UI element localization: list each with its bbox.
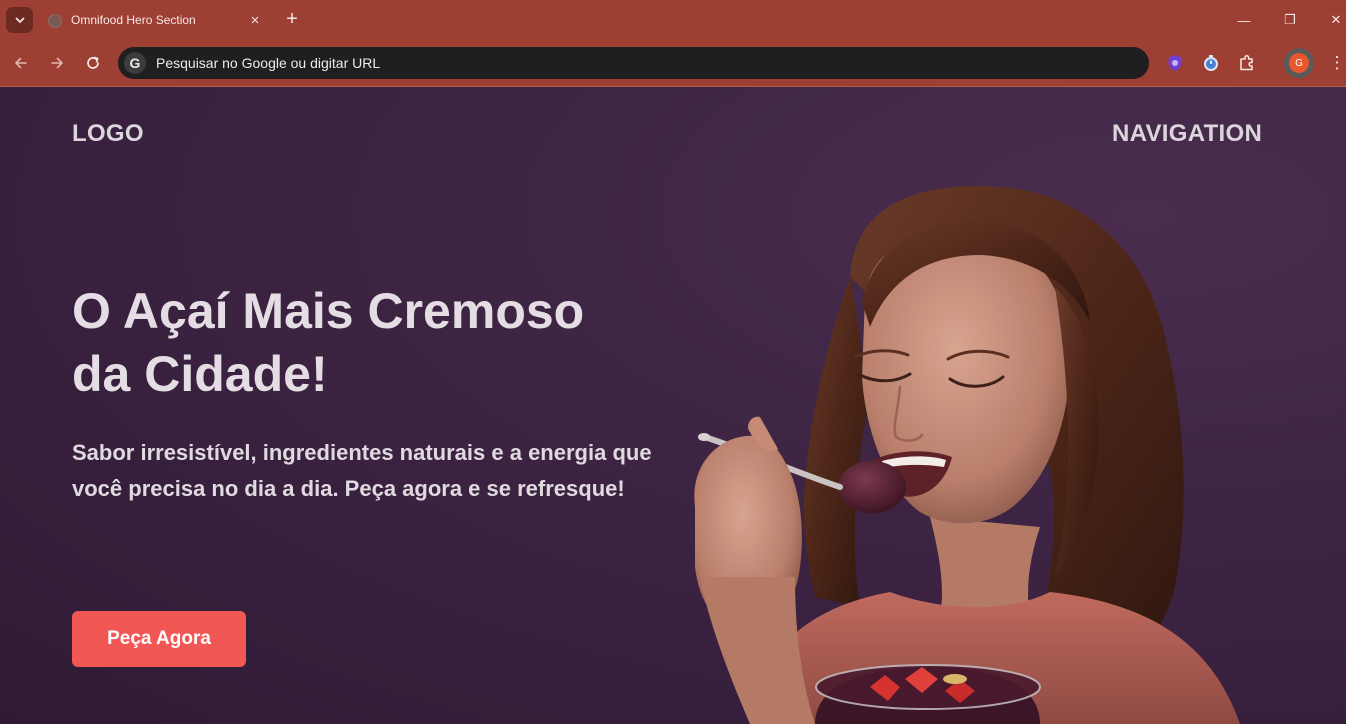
arrow-right-icon xyxy=(51,57,63,69)
browser-toolbar: G Pesquisar no Google ou digitar URL G ⋮ xyxy=(0,40,1346,86)
browser-tab-strip: Omnifood Hero Section × + — ❐ ✕ xyxy=(0,0,1346,40)
tab-close-icon[interactable]: × xyxy=(246,11,264,29)
profile-avatar[interactable]: G xyxy=(1284,48,1314,78)
logo[interactable]: LOGO xyxy=(72,120,144,148)
profile-initial: G xyxy=(1289,53,1309,73)
hero-section: LOGO NAVIGATION O Açaí Mais Cremoso da C… xyxy=(0,87,1346,724)
google-icon: G xyxy=(124,52,146,74)
address-bar[interactable]: G Pesquisar no Google ou digitar URL xyxy=(118,47,1149,79)
hero-headline: O Açaí Mais Cremoso da Cidade! xyxy=(72,280,672,406)
address-bar-placeholder: Pesquisar no Google ou digitar URL xyxy=(156,55,381,71)
tab-title: Omnifood Hero Section xyxy=(71,13,196,27)
restore-button[interactable]: ❐ xyxy=(1277,8,1303,32)
browser-tab[interactable]: Omnifood Hero Section × xyxy=(39,4,273,40)
reload-icon xyxy=(87,56,99,69)
order-now-button[interactable]: Peça Agora xyxy=(72,611,246,667)
shield-extension-icon[interactable] xyxy=(1164,52,1186,74)
reload-button[interactable] xyxy=(79,49,107,77)
extensions-puzzle-icon[interactable] xyxy=(1236,52,1258,74)
chevron-down-icon xyxy=(15,17,24,24)
headline-line-2: da Cidade! xyxy=(72,346,328,402)
headline-line-1: O Açaí Mais Cremoso xyxy=(72,283,585,339)
hero-photo-woman-eating-acai xyxy=(694,186,1240,724)
minimize-button[interactable]: — xyxy=(1231,8,1257,32)
more-menu-icon[interactable]: ⋮ xyxy=(1327,52,1346,74)
hero-description: Sabor irresistível, ingredientes naturai… xyxy=(72,440,652,501)
back-button[interactable] xyxy=(7,49,35,77)
close-window-button[interactable]: ✕ xyxy=(1323,8,1346,32)
tab-search-button[interactable] xyxy=(6,7,33,33)
new-tab-button[interactable]: + xyxy=(281,8,303,30)
arrow-left-icon xyxy=(15,57,27,69)
globe-icon xyxy=(48,14,62,28)
navigation-placeholder[interactable]: NAVIGATION xyxy=(1112,120,1262,148)
timer-extension-icon[interactable] xyxy=(1200,52,1222,74)
forward-button[interactable] xyxy=(43,49,71,77)
